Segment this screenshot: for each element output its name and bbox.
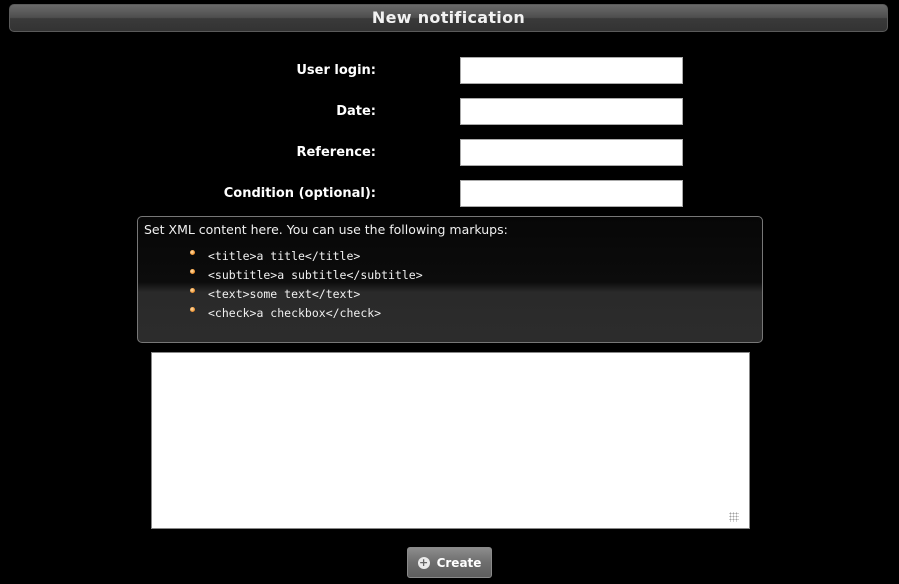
dialog-title-bar: New notification xyxy=(9,4,888,32)
xml-content-textarea[interactable] xyxy=(151,352,750,529)
create-button-label: Create xyxy=(436,555,482,570)
bullet-icon xyxy=(190,250,195,255)
date-label: Date: xyxy=(336,104,376,119)
markup-list: <title>a title</title> <subtitle>a subti… xyxy=(144,247,756,323)
plus-circle-icon: + xyxy=(417,555,430,569)
user-login-row: User login: xyxy=(0,57,899,84)
condition-row: Condition (optional): xyxy=(0,180,899,207)
resize-grip-icon[interactable] xyxy=(729,512,739,522)
markup-help-box: Set XML content here. You can use the fo… xyxy=(137,216,763,343)
bullet-icon xyxy=(190,288,195,293)
reference-row: Reference: xyxy=(0,139,899,166)
list-item: <text>some text</text> xyxy=(190,285,756,304)
list-item: <subtitle>a subtitle</subtitle> xyxy=(190,266,756,285)
markup-help-text: Set XML content here. You can use the fo… xyxy=(144,222,508,237)
date-input[interactable] xyxy=(460,98,683,125)
markup-title-example: <title>a title</title> xyxy=(208,249,361,263)
list-item: <title>a title</title> xyxy=(190,247,756,266)
reference-label: Reference: xyxy=(296,145,376,160)
markup-text-example: <text>some text</text> xyxy=(208,287,361,301)
markup-check-example: <check>a checkbox</check> xyxy=(208,306,382,320)
create-button[interactable]: + Create xyxy=(407,547,492,578)
markup-subtitle-example: <subtitle>a subtitle</subtitle> xyxy=(208,268,423,282)
bullet-icon xyxy=(190,269,195,274)
bullet-icon xyxy=(190,307,195,312)
reference-input[interactable] xyxy=(460,139,683,166)
dialog-title: New notification xyxy=(371,8,526,27)
user-login-label: User login: xyxy=(296,63,376,78)
condition-label: Condition (optional): xyxy=(223,186,376,201)
user-login-input[interactable] xyxy=(460,57,683,84)
date-row: Date: xyxy=(0,98,899,125)
condition-input[interactable] xyxy=(460,180,683,207)
list-item: <check>a checkbox</check> xyxy=(190,304,756,323)
